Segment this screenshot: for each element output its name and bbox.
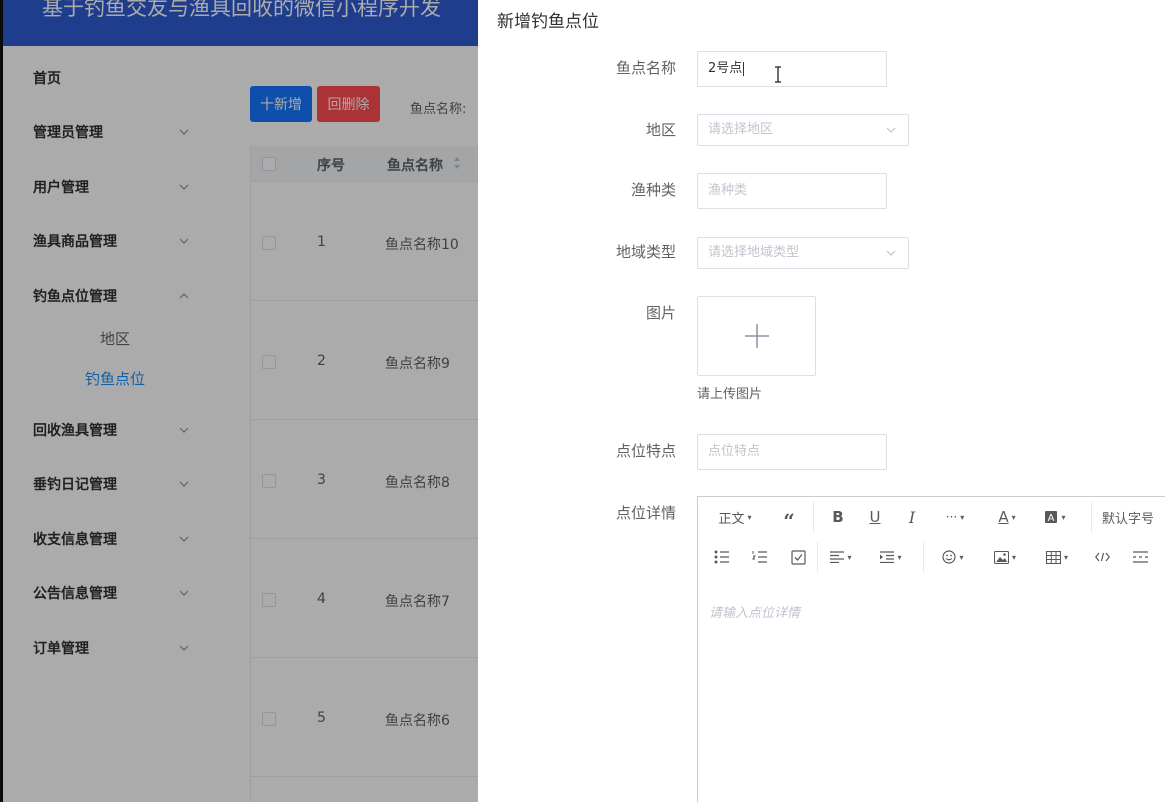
font-size-label: 默认字号 — [1102, 511, 1155, 527]
area-type-placeholder: 请选择地域类型 — [708, 245, 800, 260]
heading-dropdown[interactable]: 正文 ▾ — [710, 497, 760, 537]
drawer-title: 新增钓鱼点位 — [497, 12, 599, 32]
region-placeholder: 请选择地区 — [708, 122, 774, 137]
quote-icon[interactable]: “ — [776, 497, 802, 537]
toolbar-separator — [923, 542, 924, 572]
feature-placeholder: 点位特点 — [708, 444, 761, 459]
area-type-select[interactable]: 请选择地域类型 — [697, 237, 909, 269]
text-cursor-icon — [773, 66, 783, 83]
feature-label: 点位特点 — [615, 442, 676, 460]
editor-toolbar-row-1: 正文 ▾ “ B U I ··· ▾ A ▾ A ▾ 默认字号 — [698, 497, 1165, 537]
emoji-icon[interactable]: ▾ — [936, 537, 970, 577]
font-color-icon[interactable]: A ▾ — [992, 497, 1022, 537]
italic-icon[interactable]: I — [900, 497, 924, 537]
toolbar-separator — [813, 502, 814, 532]
table-icon[interactable]: ▾ — [1040, 537, 1074, 577]
spot-name-label: 鱼点名称 — [615, 59, 676, 77]
indent-icon[interactable]: ▾ — [874, 537, 908, 577]
fish-species-label: 渔种类 — [630, 181, 676, 199]
toolbar-separator — [817, 542, 818, 572]
editor-placeholder: 请输入点位详情 — [709, 606, 801, 621]
chevron-down-icon — [886, 126, 896, 134]
area-type-label: 地域类型 — [615, 243, 676, 261]
divider-icon[interactable] — [1128, 537, 1152, 577]
region-select[interactable]: 请选择地区 — [697, 114, 909, 146]
more-icon[interactable]: ··· ▾ — [938, 497, 972, 537]
image-icon[interactable]: ▾ — [988, 537, 1022, 577]
detail-label: 点位详情 — [615, 504, 676, 522]
image-upload-tip: 请上传图片 — [697, 387, 763, 402]
font-size-dropdown[interactable]: 默认字号 — [1102, 497, 1165, 537]
align-icon[interactable]: ▾ — [824, 537, 858, 577]
bold-icon[interactable]: B — [826, 497, 850, 537]
numbered-list-icon[interactable] — [748, 537, 772, 577]
editor-toolbar-row-2: ▾ ▾ ▾ ▾ ▾ — [698, 537, 1165, 577]
spot-name-value: 2号点 — [708, 61, 743, 76]
image-label: 图片 — [645, 304, 676, 322]
underline-icon[interactable]: U — [863, 497, 887, 537]
spot-name-input[interactable]: 2号点 — [697, 51, 887, 87]
checklist-icon[interactable] — [786, 537, 810, 577]
svg-text:A: A — [1048, 513, 1055, 524]
modal-overlay[interactable] — [0, 0, 478, 802]
bullet-list-icon[interactable] — [710, 537, 734, 577]
code-icon[interactable] — [1090, 537, 1114, 577]
feature-input[interactable]: 点位特点 — [697, 434, 887, 470]
add-fishing-spot-drawer: 新增钓鱼点位 鱼点名称 2号点 地区 请选择地区 渔种类 渔种类 地域类型 请选… — [478, 0, 1165, 802]
plus-icon — [744, 324, 769, 348]
heading-label: 正文 — [718, 511, 745, 527]
fish-species-placeholder: 渔种类 — [708, 183, 748, 198]
toolbar-separator — [1091, 502, 1092, 532]
rich-text-editor[interactable]: 正文 ▾ “ B U I ··· ▾ A ▾ A ▾ 默认字号 ▾ ▾ ▾ ▾ … — [697, 496, 1165, 802]
background-color-icon[interactable]: A ▾ — [1040, 497, 1070, 537]
fish-species-input[interactable]: 渔种类 — [697, 173, 887, 209]
chevron-down-icon — [886, 249, 896, 257]
region-label: 地区 — [645, 121, 676, 139]
caret — [743, 61, 745, 76]
image-upload[interactable] — [697, 296, 816, 376]
